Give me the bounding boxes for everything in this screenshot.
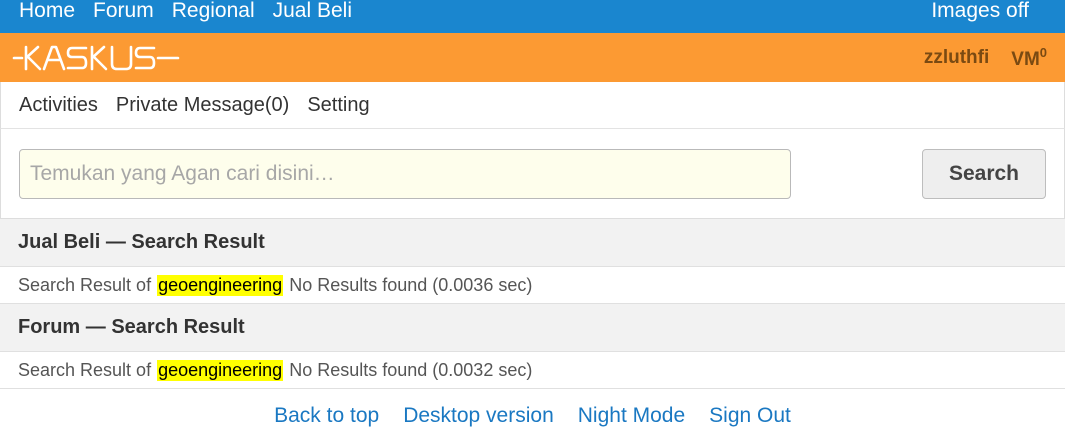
username-link[interactable]: zzluthfi: [924, 47, 989, 69]
kaskus-logo[interactable]: [12, 43, 182, 73]
vm-label: VM: [1011, 48, 1040, 70]
result-prefix: Search Result of: [18, 359, 152, 380]
vm-count-badge: 0: [1039, 44, 1047, 60]
footer-links: Back to top Desktop version Night Mode S…: [0, 389, 1065, 443]
forum-result-summary: Search Result of geoengineering No Resul…: [0, 352, 1065, 389]
images-off-toggle[interactable]: Images off: [931, 0, 1029, 22]
result-status: No Results found (0.0036 sec): [289, 274, 533, 295]
sub-navigation: Activities Private Message(0) Setting: [0, 82, 1065, 129]
user-info: zzluthfi VM0: [924, 45, 1047, 71]
nav-jual-beli-link[interactable]: Jual Beli: [273, 0, 352, 22]
activities-link[interactable]: Activities: [19, 94, 98, 117]
search-query-highlight: geoengineering: [157, 274, 284, 296]
nav-regional-link[interactable]: Regional: [172, 0, 255, 22]
forum-result-header: Forum — Search Result: [0, 304, 1065, 352]
nav-home-link[interactable]: Home: [19, 0, 75, 22]
brand-bar: zzluthfi VM0: [0, 33, 1065, 82]
private-message-link[interactable]: Private Message(0): [116, 94, 289, 117]
top-nav-links: Home Forum Regional Jual Beli: [19, 0, 370, 22]
result-prefix: Search Result of: [18, 274, 152, 295]
jual-beli-result-header: Jual Beli — Search Result: [0, 219, 1065, 267]
search-button[interactable]: Search: [922, 148, 1046, 199]
sign-out-link[interactable]: Sign Out: [709, 404, 791, 428]
search-input[interactable]: [19, 148, 791, 199]
setting-link[interactable]: Setting: [307, 94, 369, 117]
back-to-top-link[interactable]: Back to top: [274, 404, 379, 428]
night-mode-link[interactable]: Night Mode: [578, 404, 685, 428]
result-status: No Results found (0.0032 sec): [289, 359, 533, 380]
top-navigation: Home Forum Regional Jual Beli Images off: [0, 0, 1065, 33]
search-query-highlight: geoengineering: [157, 359, 284, 381]
nav-forum-link[interactable]: Forum: [93, 0, 154, 22]
jual-beli-result-summary: Search Result of geoengineering No Resul…: [0, 267, 1065, 304]
search-row: Search: [0, 129, 1065, 219]
kaskus-logo-icon: [12, 45, 180, 70]
desktop-version-link[interactable]: Desktop version: [403, 404, 554, 428]
visitor-messages-link[interactable]: VM0: [1011, 45, 1047, 71]
